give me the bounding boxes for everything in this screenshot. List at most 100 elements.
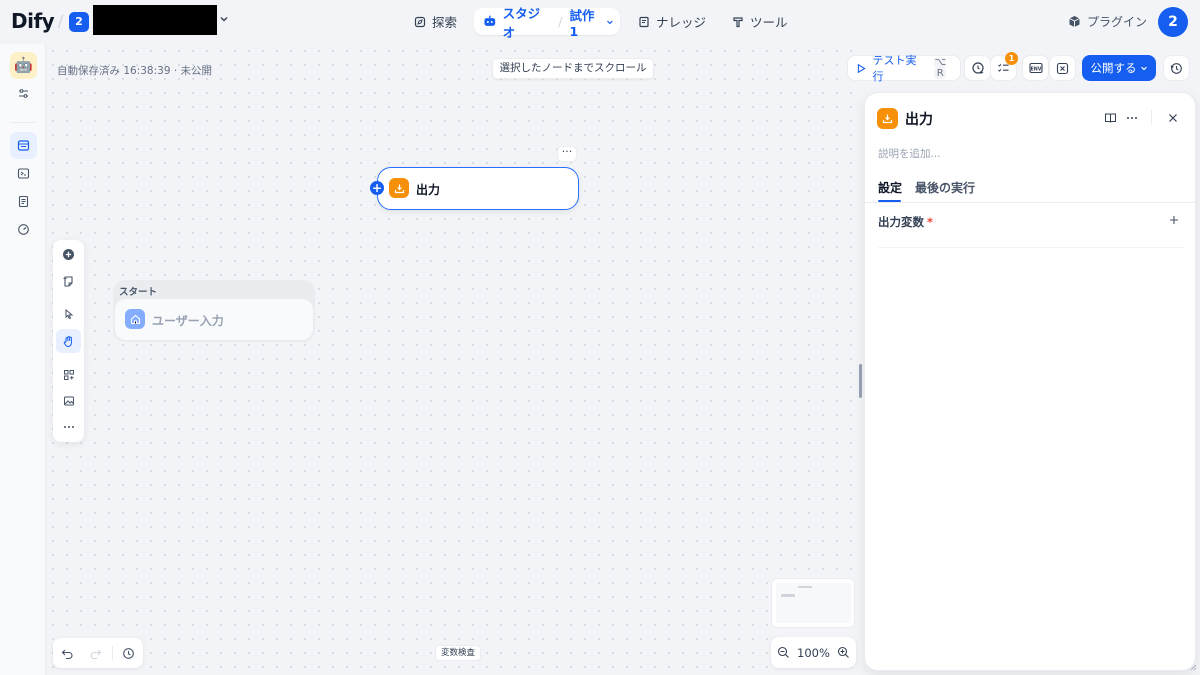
window-icon	[17, 140, 30, 151]
more-options-button[interactable]	[56, 415, 81, 439]
redo-button[interactable]	[86, 644, 104, 662]
user-avatar[interactable]: 2	[1158, 7, 1188, 37]
zoom-in-icon[interactable]	[837, 646, 850, 659]
dify-logo[interactable]: Dify	[11, 9, 55, 33]
undo-button[interactable]	[58, 644, 76, 662]
publish-label: 公開する	[1090, 61, 1137, 75]
history-icon	[122, 647, 134, 659]
divider	[112, 646, 113, 660]
add-node-plus-icon[interactable]: +	[370, 181, 384, 195]
close-panel-button[interactable]	[1165, 110, 1181, 126]
nav-studio[interactable]: スタジオ / 試作1	[474, 6, 620, 40]
variable-inspect-button[interactable]: 変数検査	[435, 645, 481, 661]
output-variables-label: 出力変数 *	[878, 215, 934, 229]
conversation-variables-button[interactable]	[1049, 55, 1076, 81]
app-sidebar: 🤖	[0, 44, 46, 675]
hammer-icon	[733, 16, 743, 27]
nav-knowledge[interactable]: ナレッジ	[638, 8, 706, 35]
workspace-badge[interactable]: 2	[69, 12, 89, 32]
top-bar: Dify / 2 探索 スタジオ / 試作1 ナレッジ ツール プラグイン 2	[0, 0, 1200, 44]
panel-title[interactable]: 出力	[905, 109, 933, 129]
orchestrate-button[interactable]	[10, 132, 37, 159]
breadcrumb-separator: /	[558, 14, 563, 29]
panel-resize-handle[interactable]	[859, 364, 862, 398]
panel-node-icon	[877, 108, 898, 129]
tab-settings[interactable]: 設定	[878, 179, 902, 196]
chevron-down-icon[interactable]	[606, 18, 614, 26]
tab-last-run[interactable]: 最後の実行	[915, 179, 975, 196]
divider	[865, 202, 1197, 203]
clock-play-icon	[971, 62, 984, 74]
terminal-icon	[17, 168, 30, 179]
hand-mode-button[interactable]	[56, 329, 81, 353]
api-access-button[interactable]	[10, 160, 37, 187]
plugin-button[interactable]: プラグイン	[1068, 13, 1147, 30]
zoom-controls: 100%	[771, 637, 856, 668]
history-toolbar	[53, 638, 143, 668]
logs-button[interactable]	[10, 188, 37, 215]
minimap-node	[781, 594, 795, 597]
nav-tools[interactable]: ツール	[732, 8, 788, 35]
resize-grip-icon[interactable]	[1189, 663, 1197, 671]
robot-icon	[484, 15, 496, 26]
output-icon	[882, 114, 893, 124]
version-history-button[interactable]	[119, 644, 137, 662]
add-node-button[interactable]	[56, 242, 81, 266]
workflow-canvas[interactable]	[46, 44, 863, 675]
required-mark: *	[927, 215, 934, 229]
output-node[interactable]: 出力	[377, 167, 579, 210]
gauge-icon	[18, 224, 29, 235]
app-settings-button[interactable]	[10, 80, 37, 107]
add-note-button[interactable]	[56, 269, 81, 293]
pointer-mode-button[interactable]	[56, 302, 81, 326]
monitoring-button[interactable]	[10, 216, 37, 243]
add-output-variable-button[interactable]	[1167, 213, 1181, 227]
minimap[interactable]	[771, 578, 855, 628]
cube-icon	[1069, 16, 1080, 27]
help-docs-button[interactable]	[1102, 110, 1118, 126]
plus-circle-icon	[63, 248, 74, 260]
output-node-title: 出力	[416, 183, 441, 197]
start-group-label: スタート	[119, 287, 158, 298]
panel-more-button[interactable]	[1124, 110, 1140, 126]
nav-explore-label: 探索	[432, 15, 458, 30]
shortcut-hint: ⌥R	[934, 57, 947, 79]
home-icon	[130, 314, 140, 324]
node-description-input[interactable]: 説明を追加...	[878, 146, 941, 161]
publish-button[interactable]: 公開する	[1082, 55, 1156, 81]
redo-icon	[90, 649, 101, 659]
compass-icon	[414, 16, 426, 27]
start-node-icon	[125, 309, 145, 329]
workspace-name-redacted[interactable]	[93, 5, 217, 35]
node-properties-panel: 出力 説明を追加... 設定 最後の実行 出力変数 *	[864, 92, 1197, 671]
breadcrumb-separator: /	[58, 11, 64, 30]
version-history-button[interactable]	[1163, 55, 1190, 81]
test-run-button[interactable]: テスト実行 ⌥R	[847, 54, 961, 83]
export-image-button[interactable]	[56, 389, 81, 413]
divider	[10, 122, 36, 123]
cursor-icon	[65, 308, 73, 320]
current-app-name[interactable]: 試作1	[569, 5, 602, 39]
run-history-button[interactable]	[964, 55, 991, 81]
env-icon: ENV	[1028, 62, 1043, 74]
start-node[interactable]: ユーザー入力	[115, 299, 313, 340]
divider	[878, 247, 1184, 248]
svg-text:ENV: ENV	[1030, 66, 1041, 72]
scroll-to-selected-button[interactable]: 選択したノードまでスクロール	[492, 58, 654, 79]
document-icon	[18, 195, 29, 208]
nav-explore[interactable]: 探索	[414, 8, 457, 35]
test-run-label: テスト実行	[872, 54, 917, 83]
grid-plus-icon	[63, 370, 74, 380]
env-variables-button[interactable]: ENV	[1022, 55, 1049, 81]
zoom-out-icon[interactable]	[777, 646, 790, 659]
undo-icon	[61, 649, 72, 659]
nav-knowledge-label: ナレッジ	[656, 15, 707, 30]
more-horizontal-icon	[1127, 117, 1137, 119]
image-icon	[63, 396, 74, 406]
app-icon[interactable]: 🤖	[10, 52, 37, 79]
zoom-level[interactable]: 100%	[797, 646, 830, 660]
organize-blocks-button[interactable]	[56, 363, 81, 387]
chevron-down-icon[interactable]	[219, 14, 229, 24]
node-more-button[interactable]: ···	[557, 146, 577, 162]
output-node-icon	[389, 178, 409, 198]
